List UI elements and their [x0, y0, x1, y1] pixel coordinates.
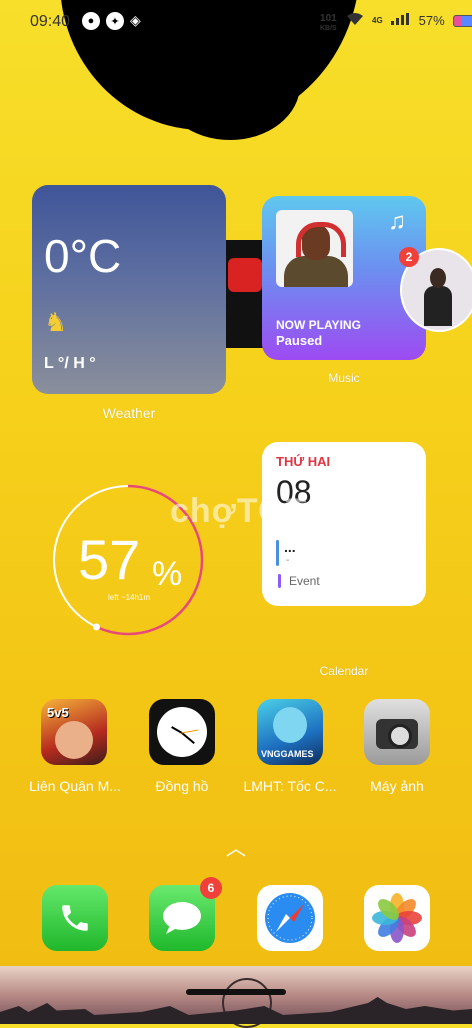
lmht-app-icon[interactable]: VNGGAMES: [257, 699, 323, 765]
weather-range: L °/ H °: [44, 355, 96, 372]
lmht-hero: [273, 707, 307, 743]
clock-label[interactable]: Đồng hồ: [127, 778, 237, 794]
messages-badge: 6: [200, 877, 222, 899]
now-playing-label: NOW PLAYING: [276, 318, 361, 332]
signal-icon: [390, 13, 411, 28]
safari-app-icon[interactable]: [257, 885, 323, 951]
chat-head-badge: 2: [399, 247, 419, 267]
phone-handset-icon: [42, 885, 108, 951]
chevron-up-icon[interactable]: ︿: [226, 832, 246, 861]
lien-quan-app-icon[interactable]: 5v5: [41, 699, 107, 765]
calendar-weekday: THỨ HAI: [276, 454, 331, 469]
status-time: 09:40: [30, 13, 71, 30]
playback-state: Paused: [276, 333, 323, 348]
watermark: chợTOT: [170, 492, 308, 530]
clock-app-icon[interactable]: [149, 699, 215, 765]
event-title: Event: [289, 574, 320, 588]
lien-quan-label[interactable]: Liên Quân M...: [20, 778, 130, 794]
event-marker: [278, 574, 281, 588]
weather-label: Weather: [102, 405, 156, 421]
compass-icon: [257, 885, 323, 951]
album-art: [276, 210, 353, 287]
photos-app-icon[interactable]: [364, 885, 430, 951]
weathervane-icon: ♞: [44, 307, 68, 337]
wallpaper-shape: [225, 240, 265, 348]
lien-quan-hero: [55, 721, 93, 759]
camera-app-icon[interactable]: [364, 699, 430, 765]
lmht-icon-text: VNGGAMES: [261, 749, 314, 759]
music-label: Music: [328, 371, 360, 385]
wallpaper-shape: [160, 30, 300, 140]
notification-icons: ● ✦ ◈: [82, 12, 141, 30]
lien-quan-icon-text: 5v5: [47, 705, 69, 720]
messenger-icon: ✦: [106, 12, 124, 30]
camera-label[interactable]: Máy ảnh: [342, 778, 452, 794]
network-speed-unit: KB/S: [320, 25, 337, 32]
network-speed: 101 KB/S: [320, 14, 337, 34]
event-marker: [276, 540, 279, 566]
home-indicator[interactable]: [186, 989, 286, 995]
weather-widget[interactable]: 0°C ♞ L °/ H °: [32, 185, 226, 394]
calendar-label: Calendar: [319, 664, 369, 678]
battery-percent: 57%: [418, 13, 445, 28]
event-title: ...: [284, 539, 296, 555]
network-speed-value: 101: [320, 13, 337, 24]
battery-value: 57: [78, 528, 141, 591]
flower-icon: [364, 885, 430, 951]
music-note-icon: ♫: [388, 208, 406, 235]
lmht-label[interactable]: LMHT: Tốc C...: [235, 778, 345, 794]
chat-head-body: [424, 286, 452, 326]
status-bar: 09:40 ● ✦ ◈ 101 KB/S 4G 57%: [0, 0, 472, 44]
chat-head-face: [430, 268, 446, 288]
layers-icon: ◈: [130, 12, 141, 28]
battery-icon: [452, 14, 472, 27]
event-subtitle: -: [286, 555, 290, 566]
notification-app-icon: ●: [82, 12, 100, 30]
battery-time-left: left ~14h1m: [108, 593, 151, 602]
status-right: 4G 57%: [346, 12, 472, 29]
battery-unit: %: [152, 555, 183, 593]
battery-ring-knob: [92, 623, 100, 631]
wifi-icon: [346, 12, 364, 29]
network-type: 4G: [372, 16, 383, 25]
camera-lens: [388, 724, 412, 748]
headphones-icon: [296, 222, 346, 257]
wallpaper-shape: [228, 258, 262, 292]
album-art-shirt: [284, 256, 348, 287]
weather-temperature: 0°C: [44, 230, 122, 282]
phone-app-icon[interactable]: [42, 885, 108, 951]
